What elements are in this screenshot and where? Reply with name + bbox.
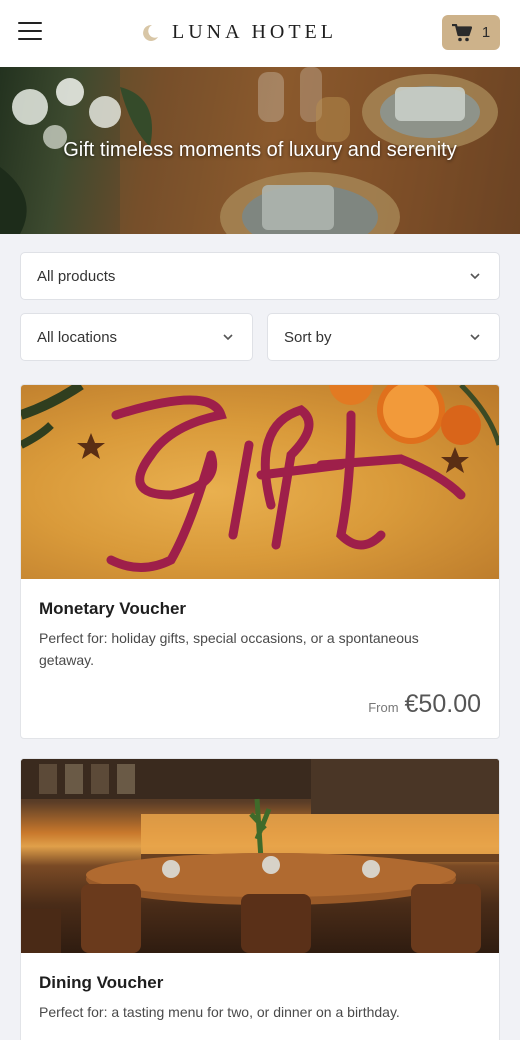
location-filter-value: All locations <box>37 328 118 346</box>
product-description: Perfect for: holiday gifts, special occa… <box>39 630 419 668</box>
price-value: €50.00 <box>404 690 481 718</box>
product-card-dining-voucher[interactable]: Dining Voucher Perfect for: a tasting me… <box>20 758 500 1040</box>
brand-logo[interactable]: LUNA HOTEL <box>140 21 337 44</box>
product-image-gift <box>21 385 499 579</box>
chevron-down-icon <box>470 273 480 280</box>
product-card-monetary-voucher[interactable]: Monetary Voucher Perfect for: holiday gi… <box>20 384 500 739</box>
product-filter-value: All products <box>37 267 116 285</box>
location-filter-select[interactable]: All locations <box>20 313 253 361</box>
cart-count-badge: 1 <box>481 24 491 41</box>
hero-title: Gift timeless moments of luxury and sere… <box>63 139 457 161</box>
product-title: Dining Voucher <box>39 973 164 992</box>
hero-banner: Gift timeless moments of luxury and sere… <box>0 67 520 234</box>
product-description: Perfect for: a tasting menu for two, or … <box>39 1004 400 1020</box>
app-header: LUNA HOTEL 1 <box>0 0 520 67</box>
cart-button[interactable]: 1 <box>442 15 500 50</box>
hamburger-icon[interactable] <box>18 22 42 42</box>
brand-name: LUNA HOTEL <box>172 21 337 43</box>
chevron-down-icon <box>223 334 233 341</box>
product-title: Monetary Voucher <box>39 599 187 618</box>
sort-value: Sort by <box>284 328 332 346</box>
price-prefix: From <box>368 700 399 715</box>
chevron-down-icon <box>470 334 480 341</box>
product-price: From €50.00 <box>368 690 481 719</box>
crescent-moon-icon <box>143 24 158 41</box>
cart-icon <box>451 23 472 41</box>
product-filter-select[interactable]: All products <box>20 252 500 300</box>
sort-select[interactable]: Sort by <box>267 313 500 361</box>
product-image-dining <box>21 759 499 953</box>
